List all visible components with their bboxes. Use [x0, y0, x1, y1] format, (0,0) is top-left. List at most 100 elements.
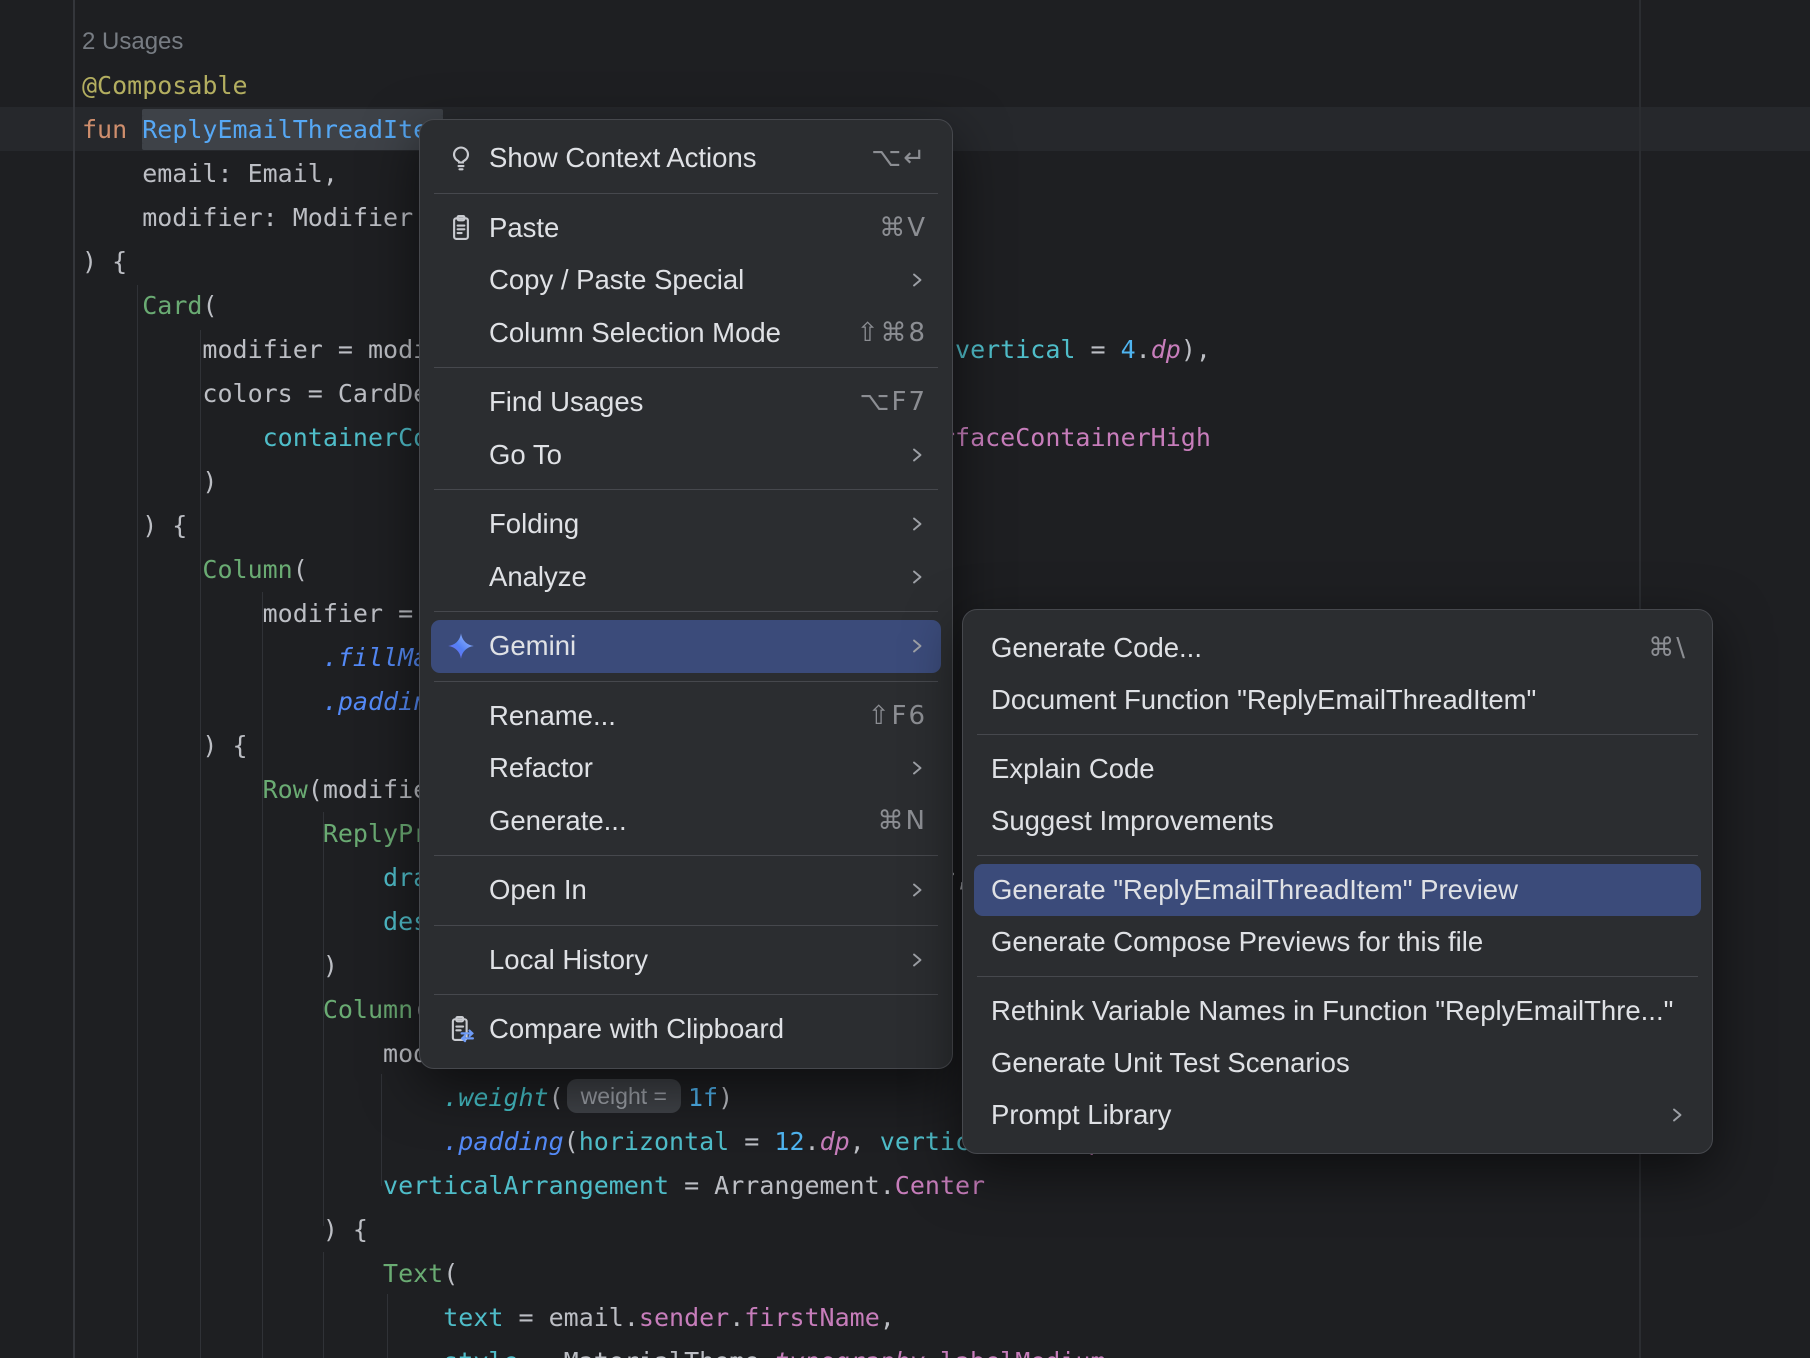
code-token: [82, 423, 263, 452]
menu-item-label: Go To: [489, 439, 562, 471]
code-token: ReplyEmailThreadItem: [142, 115, 443, 144]
code-token: ) {: [82, 247, 127, 276]
menu-item-shortcut: ⌘N: [848, 806, 927, 836]
menu-item-label: Generate Unit Test Scenarios: [991, 1047, 1350, 1079]
menu-item-local-history[interactable]: Local History: [431, 934, 941, 987]
code-line[interactable]: verticalArrangement = Arrangement.Center: [82, 1164, 985, 1208]
code-token: ),: [1181, 335, 1211, 364]
menu-item-rename[interactable]: Rename... ⇧F6: [431, 690, 941, 743]
menu-item-rethink-variable-names-in-function-replyemailthre[interactable]: Rethink Variable Names in Function "Repl…: [974, 985, 1701, 1037]
code-line[interactable]: Card(: [82, 284, 218, 328]
menu-item-document-function-replyemailthreaditem[interactable]: Document Function "ReplyEmailThreadItem": [974, 674, 1701, 726]
code-token: firstName: [744, 1303, 879, 1332]
code-token: [82, 1303, 443, 1332]
menu-item-paste[interactable]: Paste⌘V: [431, 202, 941, 255]
menu-item-prompt-library[interactable]: Prompt Library: [974, 1089, 1701, 1141]
code-token: [82, 555, 202, 584]
code-line[interactable]: Column(: [82, 548, 308, 592]
menu-item-generate-replyemailthreaditem-preview[interactable]: Generate "ReplyEmailThreadItem" Preview: [974, 864, 1701, 916]
code-token: dp: [1151, 335, 1181, 364]
code-token: email: Email,: [82, 159, 338, 188]
menu-item-go-to[interactable]: Go To: [431, 429, 941, 482]
code-line[interactable]: fun ReplyEmailThreadItem(: [82, 108, 458, 152]
menu-item-label: Generate Code...: [991, 632, 1202, 664]
menu-separator: [434, 681, 938, 682]
code-token: verticalArrangement: [383, 1171, 669, 1200]
menu-item-find-usages[interactable]: Find Usages⌥F7: [431, 376, 941, 429]
code-token: text: [443, 1303, 503, 1332]
code-token: sender: [639, 1303, 729, 1332]
code-token: ,: [850, 1127, 880, 1156]
menu-item-open-in[interactable]: Open In: [431, 864, 941, 917]
menu-item-generate-unit-test-scenarios[interactable]: Generate Unit Test Scenarios: [974, 1037, 1701, 1089]
code-token: [82, 687, 323, 716]
menu-item-label: Folding: [489, 508, 579, 540]
menu-item-compare-with-clipboard[interactable]: Compare with Clipboard: [431, 1003, 941, 1056]
code-token: [82, 1347, 443, 1358]
code-line[interactable]: text = email.sender.firstName,: [82, 1296, 895, 1340]
menu-item-shortcut: ⇧⌘8: [827, 318, 927, 348]
code-line[interactable]: ) {: [82, 724, 248, 768]
menu-item-label: Refactor: [489, 752, 593, 784]
code-token: =: [1075, 335, 1120, 364]
code-token: = email.: [503, 1303, 638, 1332]
menu-item-label: Explain Code: [991, 753, 1155, 785]
menu-item-copy-paste-special[interactable]: Copy / Paste Special: [431, 254, 941, 307]
code-line[interactable]: ): [82, 460, 217, 504]
code-token: surfaceContainerHigh: [910, 423, 1211, 452]
submenu-chevron-icon: [907, 445, 927, 465]
code-line[interactable]: email: Email,: [82, 152, 338, 196]
code-token: 4: [1121, 335, 1136, 364]
menu-separator: [977, 976, 1698, 977]
menu-separator: [977, 734, 1698, 735]
code-line[interactable]: .weight(weight =1f): [82, 1076, 733, 1120]
code-line[interactable]: ) {: [82, 240, 127, 284]
menu-item-generate-code[interactable]: Generate Code...⌘\: [974, 622, 1701, 674]
code-line[interactable]: ) {: [82, 1208, 368, 1252]
code-token: Column: [323, 995, 413, 1024]
menu-item-analyze[interactable]: Analyze: [431, 551, 941, 604]
menu-item-label: Generate Compose Previews for this file: [991, 926, 1483, 958]
code-line[interactable]: style = MaterialTheme.typography.labelMe…: [82, 1340, 1106, 1358]
menu-separator: [434, 193, 938, 194]
code-token: (: [202, 291, 217, 320]
menu-item-label: Open In: [489, 874, 587, 906]
menu-item-label: Copy / Paste Special: [489, 264, 744, 296]
editor-gutter-border: [73, 0, 75, 1358]
menu-item-label: Document Function "ReplyEmailThreadItem": [991, 684, 1536, 716]
menu-separator: [434, 925, 938, 926]
menu-item-label: Rename...: [489, 700, 616, 732]
menu-item-generate[interactable]: Generate...⌘N: [431, 795, 941, 848]
menu-item-gemini[interactable]: Gemini: [431, 620, 941, 673]
code-line[interactable]: Column(: [82, 988, 428, 1032]
code-line[interactable]: @Composable: [82, 64, 248, 108]
code-token: dp: [820, 1127, 850, 1156]
gemini-icon: [446, 631, 476, 661]
menu-item-explain-code[interactable]: Explain Code: [974, 743, 1701, 795]
menu-item-label: Gemini: [489, 630, 576, 662]
code-token: [82, 819, 323, 848]
menu-item-suggest-improvements[interactable]: Suggest Improvements: [974, 795, 1701, 847]
code-token: [82, 291, 142, 320]
code-token: style: [443, 1347, 518, 1358]
parameter-name-inlay-hint: weight =: [567, 1079, 681, 1113]
menu-item-folding[interactable]: Folding: [431, 498, 941, 551]
code-token: 12: [774, 1127, 804, 1156]
menu-item-label: Compare with Clipboard: [489, 1013, 784, 1045]
code-line[interactable]: ): [82, 944, 338, 988]
code-token: [82, 995, 323, 1024]
code-token: (: [564, 1127, 579, 1156]
code-token: .weight: [443, 1083, 548, 1112]
usages-inlay-hint[interactable]: 2 Usages: [82, 20, 183, 64]
menu-item-refactor[interactable]: Refactor: [431, 742, 941, 795]
menu-item-generate-compose-previews-for-this-file[interactable]: Generate Compose Previews for this file: [974, 916, 1701, 968]
lightbulb-icon: [446, 143, 476, 173]
menu-item-shortcut: ⌥↵: [841, 143, 927, 173]
menu-separator: [977, 855, 1698, 856]
menu-item-show-context-actions[interactable]: Show Context Actions⌥↵: [431, 132, 941, 185]
code-token: [82, 1171, 383, 1200]
menu-item-shortcut: ⇧F6: [838, 701, 927, 731]
menu-item-column-selection-mode[interactable]: Column Selection Mode⇧⌘8: [431, 307, 941, 360]
code-line[interactable]: Text(: [82, 1252, 458, 1296]
code-line[interactable]: ) {: [82, 504, 187, 548]
